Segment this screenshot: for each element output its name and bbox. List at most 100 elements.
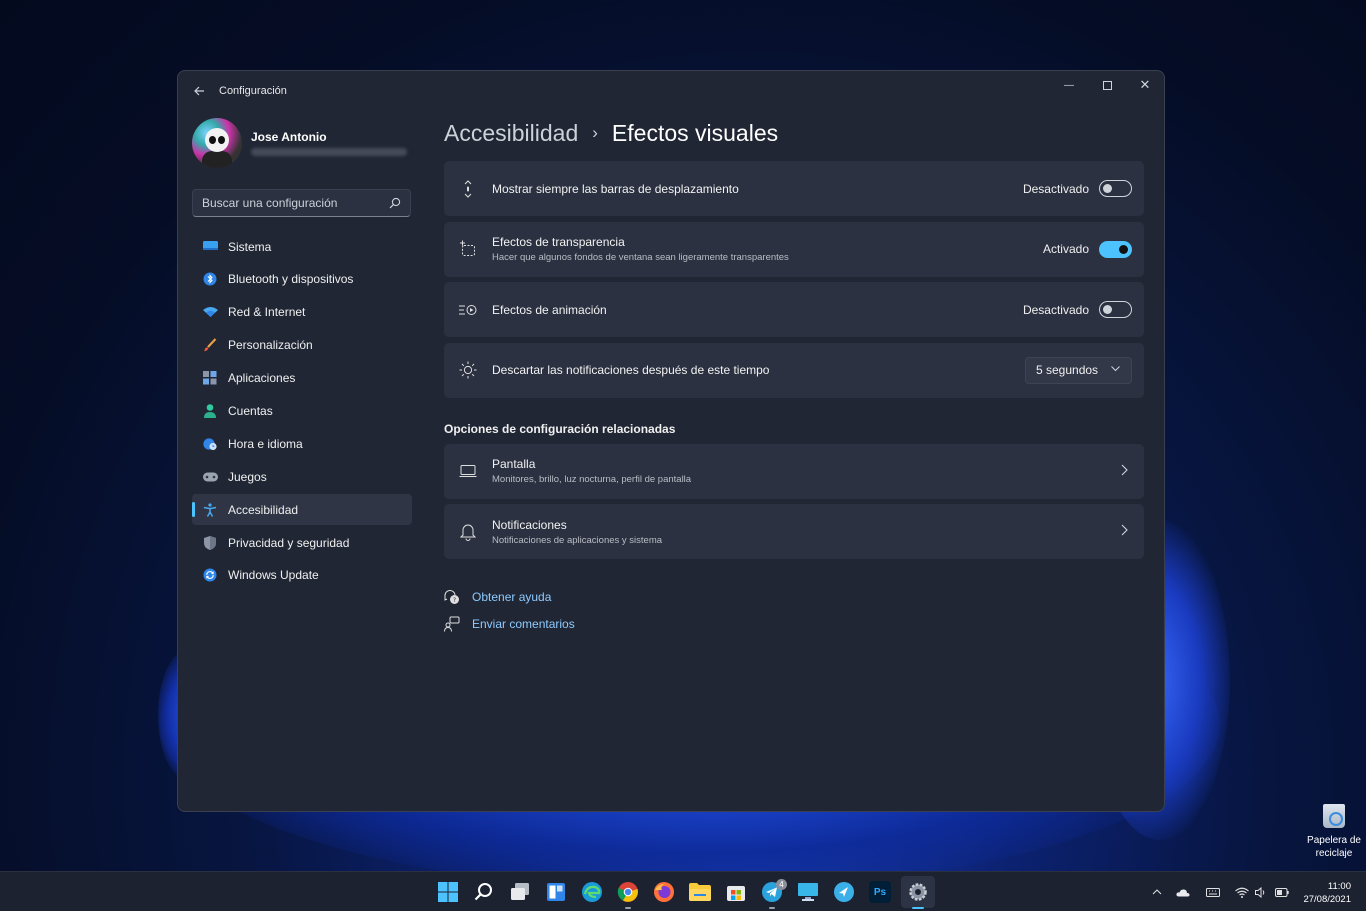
related-item-pantalla[interactable]: Pantalla Monitores, brillo, luz nocturna… <box>444 443 1144 499</box>
wifi-icon <box>202 304 218 320</box>
close-button[interactable]: ✕ <box>1126 71 1164 99</box>
related-subtitle: Monitores, brillo, luz nocturna, perfil … <box>492 474 692 485</box>
start-button[interactable] <box>437 881 459 903</box>
battery-icon <box>1275 887 1289 897</box>
shield-icon <box>202 535 218 551</box>
store-button[interactable] <box>725 881 747 903</box>
settings-taskbar-button[interactable] <box>907 881 929 903</box>
toggle-state-label: Desactivado <box>1022 302 1089 317</box>
scrollbar-icon <box>458 179 478 199</box>
sidebar-item-sistema[interactable]: Sistema <box>192 231 412 262</box>
avatar <box>192 118 242 168</box>
help-chat-icon: ? <box>444 589 459 604</box>
photoshop-icon: Ps <box>873 886 887 898</box>
sidebar-item-privacidad[interactable]: Privacidad y seguridad <box>192 527 412 558</box>
task-view-button[interactable] <box>509 881 531 903</box>
keyboard-icon <box>1206 887 1220 897</box>
photoshop-button[interactable]: Ps <box>869 881 891 903</box>
animation-icon <box>458 300 478 320</box>
related-subtitle: Notificaciones de aplicaciones y sistema <box>492 534 663 546</box>
edge-button[interactable] <box>581 881 603 903</box>
minimize-icon: — <box>1064 79 1074 91</box>
brightness-icon <box>458 360 478 380</box>
sidebar-item-red[interactable]: Red & Internet <box>192 297 412 328</box>
maximize-icon <box>1102 80 1112 90</box>
transparency-toggle[interactable] <box>1099 240 1132 258</box>
sidebar-item-personalizacion[interactable]: Personalización <box>192 330 412 361</box>
related-title: Notificaciones <box>492 517 567 532</box>
setting-scrollbars[interactable]: Mostrar siempre las barras de desplazami… <box>444 161 1144 216</box>
scrollbars-toggle[interactable] <box>1099 180 1132 197</box>
task-view-icon <box>511 883 529 900</box>
taskbar-search-button[interactable] <box>473 881 495 903</box>
sidebar-item-juegos[interactable]: Juegos <box>192 461 412 492</box>
setting-transparency[interactable]: Efectos de transparencia Hacer que algun… <box>444 221 1144 277</box>
sidebar-item-hora[interactable]: Hora e idioma <box>192 428 412 459</box>
sync-app-icon <box>834 882 854 902</box>
sidebar-item-windows-update[interactable]: Windows Update <box>192 560 412 591</box>
accessibility-icon <box>202 502 218 518</box>
battery-button[interactable] <box>1275 872 1289 911</box>
breadcrumb-parent[interactable]: Accesibilidad <box>444 120 578 147</box>
windows-logo-icon <box>438 882 458 902</box>
bluetooth-icon <box>202 271 218 287</box>
help-links: ? Obtener ayuda Enviar comentarios <box>444 583 1144 637</box>
related-item-notificaciones[interactable]: Notificaciones Notificaciones de aplicac… <box>444 504 1144 559</box>
update-icon <box>202 567 218 583</box>
gamepad-icon <box>202 469 218 485</box>
recycle-bin-label-line1: Papelera de <box>1307 835 1361 846</box>
notification-time-dropdown[interactable]: 5 segundos <box>1025 356 1132 384</box>
clock-date: 27/08/2021 <box>1303 894 1351 905</box>
minimize-button[interactable]: — <box>1050 71 1088 99</box>
tray-overflow-button[interactable] <box>1152 872 1162 911</box>
cloud-icon <box>1176 888 1190 896</box>
recycle-bin-desktop-icon[interactable]: Papelera de reciclaje <box>1302 804 1366 860</box>
apps-icon <box>202 370 218 386</box>
onedrive-button[interactable] <box>1176 872 1190 911</box>
breadcrumb: Accesibilidad › Efectos visuales <box>444 115 1144 151</box>
clock[interactable]: 11:00 27/08/2021 <box>1303 880 1351 906</box>
search-box[interactable] <box>192 189 411 217</box>
setting-notification-timeout: Descartar las notificaciones después de … <box>444 342 1144 398</box>
title-bar: Configuración — ✕ <box>178 71 1164 111</box>
clock-time: 11:00 <box>1327 881 1351 892</box>
network-button[interactable] <box>1235 872 1249 911</box>
related-settings-heading: Opciones de configuración relacionadas <box>444 421 676 436</box>
volume-button[interactable] <box>1255 872 1267 911</box>
remote-desktop-button[interactable] <box>797 881 819 903</box>
sidebar-item-bluetooth[interactable]: Bluetooth y dispositivos <box>192 264 412 295</box>
setting-title: Efectos de transparencia <box>492 235 625 249</box>
firefox-button[interactable] <box>653 881 675 903</box>
chevron-right-icon: › <box>592 123 598 142</box>
sidebar-item-cuentas[interactable]: Cuentas <box>192 395 412 426</box>
related-title: Pantalla <box>492 457 536 471</box>
user-email-blurred <box>251 148 407 156</box>
chevron-up-icon <box>1152 889 1162 895</box>
brush-icon <box>202 337 218 353</box>
setting-title: Mostrar siempre las barras de desplazami… <box>492 181 739 196</box>
maximize-button[interactable] <box>1088 71 1126 99</box>
sidebar-item-label: Privacidad y seguridad <box>228 535 350 550</box>
chrome-button[interactable] <box>617 881 639 903</box>
send-feedback-link[interactable]: Enviar comentarios <box>444 610 1144 637</box>
animation-toggle[interactable] <box>1099 301 1132 318</box>
user-profile[interactable]: Jose Antonio <box>192 117 412 169</box>
person-icon <box>202 403 218 419</box>
settings-active-indicator <box>912 907 924 909</box>
get-help-link[interactable]: ? Obtener ayuda <box>444 583 1144 610</box>
file-explorer-button[interactable] <box>689 881 711 903</box>
sidebar-item-label: Sistema <box>228 239 272 254</box>
user-name: Jose Antonio <box>251 130 327 144</box>
search-icon[interactable] <box>389 197 401 209</box>
search-input[interactable] <box>202 196 387 210</box>
app-button[interactable] <box>833 881 855 903</box>
widgets-button[interactable] <box>545 881 567 903</box>
setting-animation[interactable]: Efectos de animación Desactivado <box>444 282 1144 337</box>
app-title: Configuración <box>219 85 287 97</box>
sidebar-item-aplicaciones[interactable]: Aplicaciones <box>192 363 412 394</box>
sidebar-item-accesibilidad[interactable]: Accesibilidad <box>192 494 412 526</box>
svg-text:?: ? <box>453 597 456 604</box>
sidebar-item-label: Juegos <box>228 469 267 484</box>
back-arrow-icon[interactable] <box>192 84 206 98</box>
keyboard-button[interactable] <box>1206 872 1220 911</box>
